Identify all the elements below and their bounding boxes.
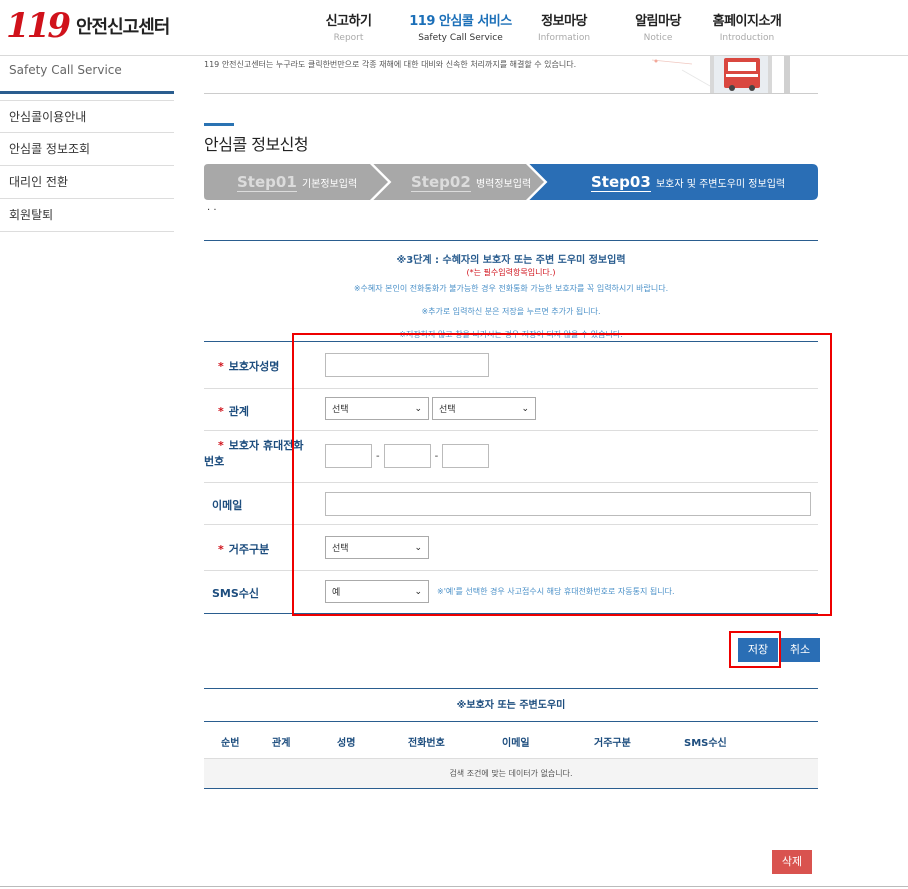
nav-label: 정보마당 [541, 14, 587, 29]
column-header: 관계 [272, 738, 291, 749]
guide-required-note: (*는 필수입력항목입니다.) [466, 268, 556, 277]
dots: · · [207, 205, 217, 216]
sidebar-item-usage-guide[interactable]: 안심콜이용안내 [0, 100, 174, 133]
sidebar-item-agent-switch[interactable]: 대리인 전환 [0, 166, 174, 199]
step-label: 보호자 및 주변도우미 정보입력 [655, 179, 786, 190]
form-highlight-frame [292, 333, 832, 616]
nav-label: 알림마당 [635, 14, 681, 29]
label-text: 관계 [228, 405, 250, 418]
banner: 119 안전신고센터는 누구라도 클릭한번만으로 각종 재해에 대한 대비와 신… [204, 56, 818, 94]
nav-introduction[interactable]: 홈페이지소개 Introduction [712, 0, 782, 56]
nav-notice[interactable]: 알림마당 Notice [604, 0, 712, 56]
cancel-button[interactable]: 취소 [780, 638, 820, 662]
relation-label: * 관계 [204, 403, 304, 419]
column-header: 성명 [337, 738, 356, 749]
label-text: 거주구분 [228, 543, 270, 556]
step-02: Step02 병력정보입력 [411, 164, 531, 200]
save-highlight-frame [729, 631, 781, 668]
nav-label: 119 안심콜 서비스 [409, 14, 512, 29]
fire-truck-illustration [652, 56, 790, 93]
column-header: 전화번호 [408, 738, 445, 749]
banner-text: 119 안전신고센터는 누구라도 클릭한번만으로 각종 재해에 대한 대비와 신… [204, 60, 577, 69]
sidebar-title: Safety Call Service [0, 56, 174, 94]
guide-box: ※3단계 : 수혜자의 보호자 또는 주변 도우미 정보입력 (*는 필수입력항… [204, 240, 818, 340]
required-star: * [218, 360, 224, 373]
guide-line: ※수혜자 본인이 전화통화가 불가능한 경우 전화통화 가능한 보호자를 꼭 입… [353, 284, 669, 293]
column-header: 순번 [221, 738, 240, 749]
column-header: 거주구분 [594, 738, 631, 749]
step-number: Step01 [237, 173, 297, 192]
logo-text: 안전신고센터 [75, 17, 170, 38]
guide-title: ※3단계 : 수혜자의 보호자 또는 주변 도우미 정보입력 [396, 255, 626, 266]
step-label: 병력정보입력 [475, 179, 532, 190]
label-text: 보호자성명 [228, 360, 280, 373]
sms-label: SMS수신 [212, 587, 260, 600]
required-star: * [218, 405, 224, 418]
footer-divider [0, 886, 908, 887]
guardian-name-label: * 보호자성명 [204, 358, 304, 374]
column-header: SMS수신 [684, 738, 727, 749]
required-star: * [218, 439, 224, 452]
nav-sublabel: Safety Call Service [418, 33, 503, 43]
step-indicator: Step01 기본정보입력 Step02 병력정보입력 Step03 보호자 및… [204, 164, 818, 200]
nav-sublabel: Introduction [719, 33, 775, 43]
sidebar-item-info-lookup[interactable]: 안심콜 정보조회 [0, 133, 174, 166]
title-accent-bar [204, 123, 234, 126]
step-01: Step01 기본정보입력 [237, 164, 357, 200]
page-title: 안심콜 정보신청 [204, 135, 309, 154]
nav-safety-call[interactable]: 119 안심콜 서비스 Safety Call Service [397, 0, 524, 56]
guide-line: ※추가로 입력하신 분은 저장을 누르면 추가가 됩니다. [421, 307, 601, 316]
nav-label: 신고하기 [325, 14, 372, 29]
logo[interactable]: 119 안전신고센터 [6, 6, 170, 46]
main-nav: 신고하기 Report 119 안심콜 서비스 Safety Call Serv… [300, 0, 782, 56]
sidebar-item-withdraw[interactable]: 회원탈퇴 [0, 199, 174, 232]
nav-information[interactable]: 정보마당 Information [524, 0, 604, 56]
nav-label: 홈페이지소개 [712, 14, 782, 29]
residence-label: * 거주구분 [204, 541, 304, 557]
nav-sublabel: Notice [643, 33, 673, 43]
list-title: ※보호자 또는 주변도우미 [204, 689, 818, 722]
nav-report[interactable]: 신고하기 Report [300, 0, 397, 56]
nav-sublabel: Report [333, 33, 364, 43]
helper-list: ※보호자 또는 주변도우미 순번 관계 성명 전화번호 이메일 거주구분 SMS… [204, 688, 818, 789]
nav-sublabel: Information [537, 33, 591, 43]
list-header: 순번 관계 성명 전화번호 이메일 거주구분 SMS수신 [204, 722, 818, 759]
required-star: * [218, 543, 224, 556]
step-03: Step03 보호자 및 주변도우미 정보입력 [591, 164, 785, 200]
sidebar: Safety Call Service 안심콜이용안내 안심콜 정보조회 대리인… [0, 56, 174, 232]
delete-button[interactable]: 삭제 [772, 850, 812, 874]
column-header: 이메일 [502, 738, 530, 749]
step-number: Step02 [411, 173, 471, 192]
step-label: 기본정보입력 [301, 179, 358, 190]
logo-mark: 119 [6, 6, 71, 46]
step-number: Step03 [591, 173, 651, 192]
header: 119 안전신고센터 신고하기 Report 119 안심콜 서비스 Safet… [0, 0, 908, 56]
list-empty-message: 검색 조건에 맞는 데이터가 없습니다. [204, 759, 818, 789]
email-label: 이메일 [212, 499, 243, 512]
